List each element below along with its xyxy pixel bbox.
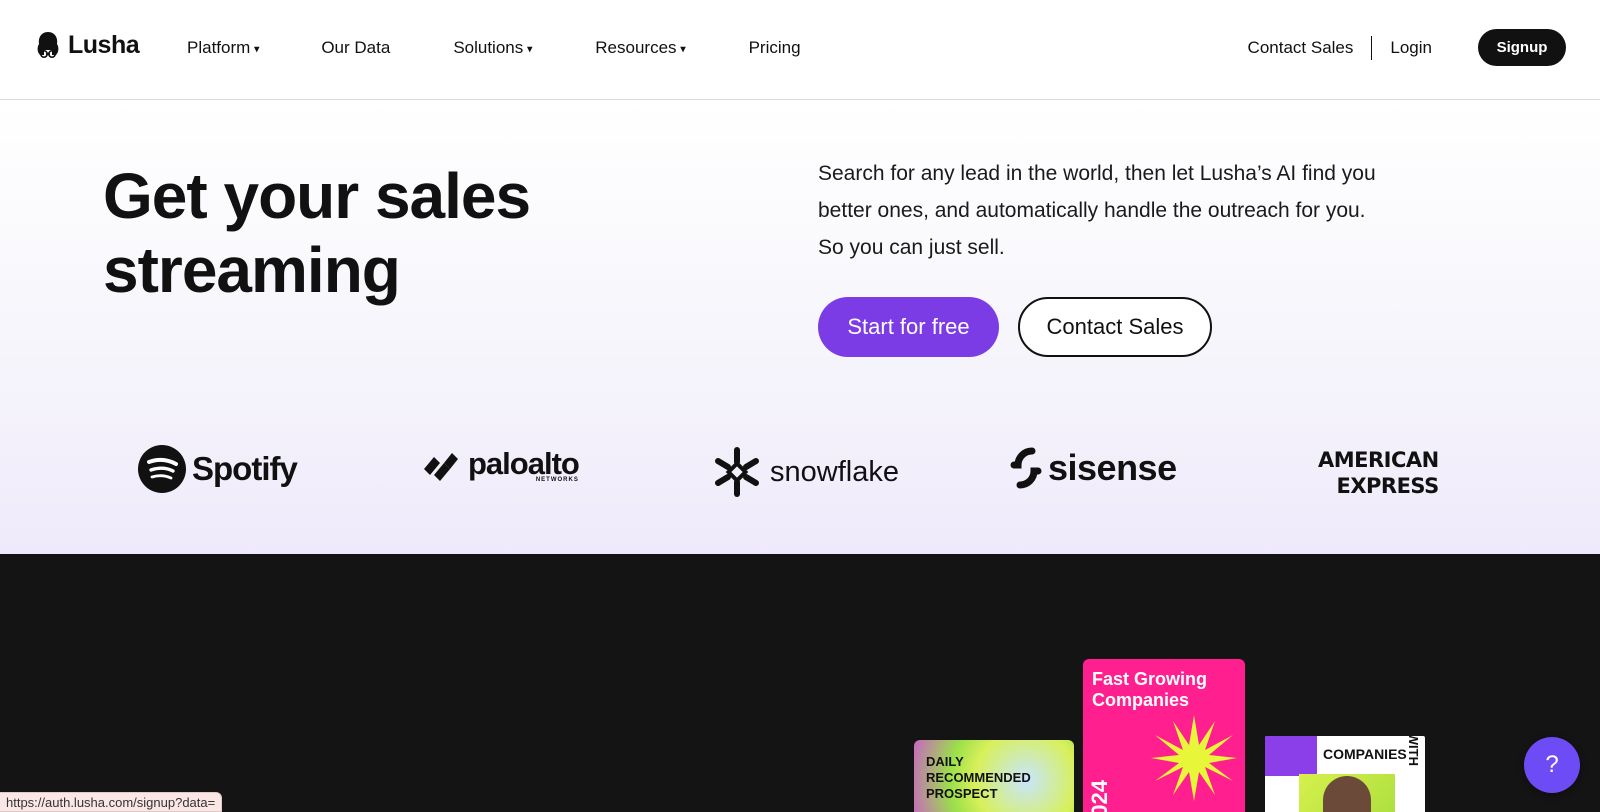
nav-solutions-label: Solutions <box>453 38 524 57</box>
spotify-wordmark: Spotify <box>192 450 298 487</box>
companies-card: COMPANIES WITH <box>1265 736 1425 812</box>
spotify-logo: Spotify <box>138 445 298 493</box>
daily-prospect-label: DAILY RECOMMENDED PROSPECT <box>926 754 1031 801</box>
help-button[interactable]: ? <box>1524 737 1580 793</box>
paloalto-logo: paloalto NETWORKS <box>422 446 580 483</box>
chevron-down-icon: ▾ <box>680 44 686 55</box>
paloalto-icon <box>424 453 458 481</box>
chevron-down-icon: ▾ <box>254 44 260 55</box>
nav-our-data-label: Our Data <box>321 38 391 57</box>
hero-title: Get your sales streaming <box>103 160 531 306</box>
year-label: 2024 <box>1087 780 1112 812</box>
header-divider <box>1371 35 1373 60</box>
nav-resources[interactable]: Resources ▾ <box>595 38 685 58</box>
start-for-free-button[interactable]: Start for free <box>818 297 999 357</box>
american-express-logo: AMERICAN EXPRESS <box>1318 447 1439 499</box>
contact-sales-link[interactable]: Contact Sales <box>1248 38 1354 58</box>
amex-line-2: EXPRESS <box>1336 474 1439 498</box>
hero-section: Get your sales streaming Search for any … <box>0 101 1600 554</box>
snowflake-logo: snowflake <box>712 446 899 498</box>
signup-button[interactable]: Signup <box>1478 29 1566 66</box>
sisense-logo: sisense <box>1008 447 1177 489</box>
site-header: Lusha Platform ▾ Our Data Solutions ▾ Re… <box>0 0 1600 100</box>
snowflake-wordmark: snowflake <box>770 455 899 488</box>
nav-our-data[interactable]: Our Data <box>321 38 390 58</box>
nav-pricing[interactable]: Pricing <box>749 38 801 58</box>
spotify-icon <box>138 445 186 493</box>
chevron-down-icon: ▾ <box>527 44 533 55</box>
login-link[interactable]: Login <box>1390 38 1432 58</box>
nav-pricing-label: Pricing <box>748 38 801 57</box>
sisense-icon <box>1010 447 1042 489</box>
starburst-icon <box>1151 715 1237 801</box>
main-nav: Platform ▾ Our Data Solutions ▾ Resource… <box>187 38 801 58</box>
lusha-logo[interactable]: Lusha <box>34 30 140 60</box>
nav-platform-label: Platform <box>187 38 251 57</box>
fast-growing-card: Fast Growing Companies 2024 <box>1083 659 1245 812</box>
header-actions: Contact Sales Login Signup <box>1248 29 1566 66</box>
sisense-wordmark: sisense <box>1048 447 1177 488</box>
hero-description: Search for any lead in the world, then l… <box>818 162 1376 259</box>
amex-line-1: AMERICAN <box>1318 448 1439 472</box>
contact-sales-button[interactable]: Contact Sales <box>1018 297 1212 357</box>
fast-growing-title: Fast Growing Companies <box>1092 669 1208 710</box>
companies-label: COMPANIES <box>1323 746 1407 762</box>
dark-feature-section: DAILY RECOMMENDED PROSPECT Fast Growing … <box>0 554 1600 812</box>
daily-prospect-card: DAILY RECOMMENDED PROSPECT <box>914 740 1074 812</box>
companies-side-label: WITH <box>1406 736 1421 766</box>
decorative-pattern <box>1265 736 1317 776</box>
nav-platform[interactable]: Platform ▾ <box>187 38 259 58</box>
paloalto-networks: NETWORKS <box>535 477 579 483</box>
customer-logos: Spotify paloalto NETWORKS snowflake sise… <box>0 431 1600 521</box>
snowflake-icon <box>715 447 759 497</box>
paloalto-wordmark: paloalto <box>468 446 580 481</box>
nav-solutions[interactable]: Solutions ▾ <box>453 38 532 58</box>
logo-text: Lusha <box>68 30 140 59</box>
nav-resources-label: Resources <box>595 38 677 57</box>
link-status-bar: https://auth.lusha.com/signup?data= <box>0 792 223 812</box>
lusha-logo-icon <box>37 32 59 58</box>
